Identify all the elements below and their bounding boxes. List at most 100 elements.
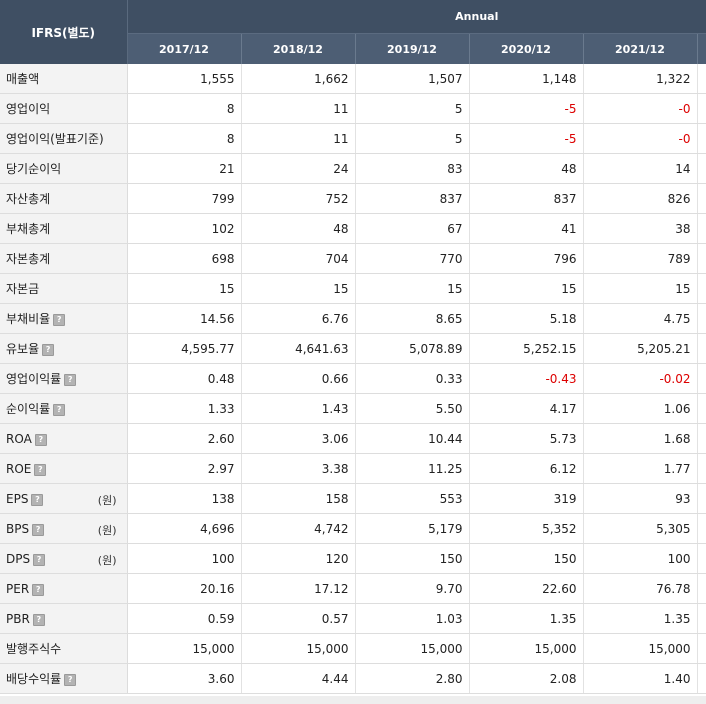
row-tail xyxy=(697,273,706,304)
value-cell: 15 xyxy=(583,273,698,304)
value-cell: 5 xyxy=(355,93,470,124)
row-tail xyxy=(697,603,706,634)
table-row-total-assets: 자산총계 799 752 837 837 826 xyxy=(0,183,706,214)
year-header: 2021/12 xyxy=(583,33,698,64)
value-cell: 1,662 xyxy=(241,64,356,94)
value-cell: -0 xyxy=(583,93,698,124)
row-label: 영업이익 xyxy=(6,102,51,116)
row-tail xyxy=(697,663,706,694)
help-icon[interactable]: ? xyxy=(32,583,45,596)
value-cell: 2.80 xyxy=(355,663,470,694)
row-tail xyxy=(697,483,706,514)
value-cell: 15 xyxy=(469,273,584,304)
help-icon[interactable]: ? xyxy=(31,493,44,506)
value-cell: 14 xyxy=(583,153,698,184)
value-cell: 0.59 xyxy=(127,603,242,634)
value-cell: 20.16 xyxy=(127,573,242,604)
help-icon[interactable]: ? xyxy=(53,314,66,326)
row-label-cell: 자산총계 xyxy=(0,183,128,214)
header-tail xyxy=(697,33,706,64)
row-tail xyxy=(697,333,706,364)
value-cell: 4,595.77 xyxy=(127,333,242,364)
row-tail xyxy=(697,153,706,184)
row-label: 영업이익(발표기준) xyxy=(6,132,104,146)
help-icon[interactable]: ? xyxy=(34,463,47,476)
value-cell: 1.77 xyxy=(583,453,698,484)
row-tail xyxy=(697,573,706,604)
value-cell: 5,352 xyxy=(469,513,584,544)
row-label: EPS xyxy=(6,491,29,506)
value-cell: 67 xyxy=(355,213,470,244)
year-header: 2019/12 xyxy=(355,33,470,64)
value-cell: 1.35 xyxy=(583,603,698,634)
row-label: PER xyxy=(6,581,30,596)
value-cell: 0.33 xyxy=(355,363,470,394)
table-row-debt-ratio: 부채비율? 14.56 6.76 8.65 5.18 4.75 xyxy=(0,303,706,334)
value-cell: 15,000 xyxy=(241,633,356,664)
value-cell: 5,305 xyxy=(583,513,698,544)
help-icon[interactable]: ? xyxy=(64,374,77,386)
value-cell: 4,641.63 xyxy=(241,333,356,364)
table-row-per: PER? 20.16 17.12 9.70 22.60 76.78 xyxy=(0,573,706,604)
value-cell: 48 xyxy=(241,213,356,244)
value-cell: 5.50 xyxy=(355,393,470,424)
row-tail xyxy=(697,64,706,94)
row-unit: (원) xyxy=(97,494,117,507)
value-cell: 796 xyxy=(469,243,584,274)
value-cell: -5 xyxy=(469,123,584,154)
help-icon[interactable]: ? xyxy=(33,553,46,566)
value-cell: 150 xyxy=(469,543,584,574)
value-cell: 22.60 xyxy=(469,573,584,604)
row-label: 자산총계 xyxy=(6,192,51,206)
value-cell: 1,322 xyxy=(583,64,698,94)
value-cell: 837 xyxy=(469,183,584,214)
value-cell: 1.03 xyxy=(355,603,470,634)
help-icon[interactable]: ? xyxy=(64,674,77,686)
row-tail xyxy=(697,93,706,124)
help-icon[interactable]: ? xyxy=(34,433,47,446)
value-cell: 15,000 xyxy=(583,633,698,664)
table-row-roe: ROE? 2.97 3.38 11.25 6.12 1.77 xyxy=(0,453,706,484)
bottom-scroll-area xyxy=(0,696,706,704)
value-cell: 150 xyxy=(355,543,470,574)
help-icon[interactable]: ? xyxy=(42,344,55,356)
value-cell: 2.97 xyxy=(127,453,242,484)
row-tail xyxy=(697,123,706,154)
value-cell: 76.78 xyxy=(583,573,698,604)
help-icon[interactable]: ? xyxy=(32,613,45,626)
row-tail xyxy=(697,213,706,244)
value-cell: 5 xyxy=(355,123,470,154)
help-icon[interactable]: ? xyxy=(32,523,45,536)
table-row-net-income: 당기순이익 21 24 83 48 14 xyxy=(0,153,706,184)
value-cell: 8.65 xyxy=(355,303,470,334)
row-label: 영업이익률 xyxy=(6,372,62,386)
value-cell: 789 xyxy=(583,243,698,274)
period-group-label: Annual xyxy=(455,10,499,23)
value-cell: 15,000 xyxy=(355,633,470,664)
row-label: 매출액 xyxy=(6,72,40,86)
value-cell: 120 xyxy=(241,543,356,574)
period-group-annual[interactable]: Annual xyxy=(127,0,706,34)
value-cell: 0.48 xyxy=(127,363,242,394)
row-tail xyxy=(697,303,706,334)
row-label-cell: PER? xyxy=(0,573,128,604)
row-label: ROA xyxy=(6,431,32,446)
row-label-cell: 부채총계 xyxy=(0,213,128,244)
value-cell: 8 xyxy=(127,123,242,154)
table-row-reserve-ratio: 유보율? 4,595.77 4,641.63 5,078.89 5,252.15 5,20… xyxy=(0,333,706,364)
value-cell: 1,555 xyxy=(127,64,242,94)
value-cell: 21 xyxy=(127,153,242,184)
value-cell: 1,148 xyxy=(469,64,584,94)
table-row-total-equity: 자본총계 698 704 770 796 789 xyxy=(0,243,706,274)
value-cell: 10.44 xyxy=(355,423,470,454)
row-label: 자본금 xyxy=(6,282,40,296)
table-row-operating-profit-reported: 영업이익(발표기준) 8 11 5 -5 -0 xyxy=(0,123,706,154)
row-unit: (원) xyxy=(97,554,117,567)
help-icon[interactable]: ? xyxy=(53,404,66,416)
row-label: BPS xyxy=(6,521,30,536)
value-cell: 4,696 xyxy=(127,513,242,544)
accounting-standard-label: IFRS(별도) xyxy=(0,0,128,64)
value-cell: 5.73 xyxy=(469,423,584,454)
row-label: 자본총계 xyxy=(6,252,51,266)
value-cell: 138 xyxy=(127,483,242,514)
